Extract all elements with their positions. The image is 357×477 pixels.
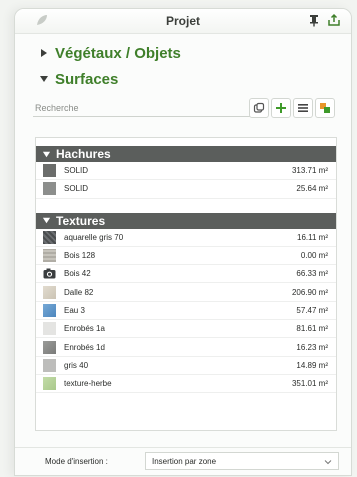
row-area: 16.11 m² — [297, 232, 328, 242]
search-input[interactable] — [33, 100, 251, 117]
chevron-right-icon — [41, 49, 47, 57]
insertion-bar: Mode d'insertion : Insertion par zone — [15, 447, 351, 475]
table-row[interactable]: Enrobés 1a 81.61 m² — [36, 320, 336, 339]
table-row[interactable]: SOLID 313.71 m² — [36, 162, 336, 181]
duplicate-button[interactable] — [249, 98, 269, 118]
swatch-icon — [43, 285, 56, 299]
row-area: 25.64 m² — [296, 184, 328, 194]
section-vegetaux[interactable]: Végétaux / Objets — [15, 40, 351, 66]
group-label: Textures — [56, 213, 106, 228]
swatch-icon — [43, 377, 56, 391]
swatch-icon — [43, 340, 56, 354]
row-area: 66.33 m² — [296, 269, 328, 279]
chevron-down-icon — [42, 217, 51, 224]
duplicate-icon — [253, 102, 265, 113]
list-button[interactable] — [293, 98, 313, 118]
row-area: 351.01 m² — [291, 379, 328, 389]
row-area: 16.23 m² — [296, 342, 328, 352]
swatch-icon — [43, 303, 56, 317]
swatch-icon — [43, 230, 56, 244]
table-row[interactable]: Eau 3 57.47 m² — [36, 302, 336, 321]
table-row[interactable]: Dalle 82 206.90 m² — [36, 283, 336, 302]
swatch-icon — [43, 322, 56, 336]
row-name: texture-herbe — [64, 379, 112, 389]
project-panel: Projet Végétaux / Objets Surfaces Recher… — [14, 8, 352, 476]
panel-title: Projet — [165, 14, 200, 28]
table-row[interactable]: texture-herbe 351.01 m² — [36, 375, 336, 394]
row-name: Bois 42 — [64, 269, 91, 279]
color-icon — [320, 103, 330, 113]
chevron-down-icon — [40, 76, 48, 82]
row-name: Enrobés 1d — [64, 342, 105, 352]
row-name: Dalle 82 — [64, 287, 94, 297]
add-icon — [276, 103, 286, 113]
table-row[interactable]: SOLID 25.64 m² — [36, 180, 336, 199]
swatch-icon — [43, 358, 56, 372]
row-name: Enrobés 1a — [64, 324, 105, 334]
insertion-mode-value: Insertion par zone — [152, 457, 217, 466]
color-button[interactable] — [315, 98, 335, 118]
search-toolbar — [15, 98, 351, 122]
row-area: 0.00 m² — [300, 251, 328, 261]
swatch-icon — [43, 182, 56, 196]
table-row[interactable]: gris 40 14.89 m² — [36, 357, 336, 375]
row-name: Eau 3 — [64, 305, 85, 315]
surfaces-list: Hachures SOLID 313.71 m² SOLID 25.64 m² … — [35, 137, 337, 431]
row-name: SOLID — [64, 166, 89, 176]
row-name: Bois 128 — [64, 251, 96, 261]
swatch-icon — [43, 164, 56, 178]
pin-icon[interactable] — [307, 13, 321, 27]
section-vegetaux-label: Végétaux / Objets — [55, 44, 181, 62]
group-header-textures[interactable]: Textures — [36, 212, 336, 229]
panel-titlebar: Projet — [15, 9, 351, 34]
chevron-down-icon — [42, 151, 51, 157]
row-area: 313.71 m² — [291, 166, 328, 176]
group-label: Hachures — [56, 147, 111, 161]
dock-icon[interactable] — [327, 13, 341, 27]
row-area: 81.61 m² — [296, 324, 328, 334]
row-area: 14.89 m² — [296, 360, 328, 370]
table-row[interactable]: Bois 42 66.33 m² — [36, 265, 336, 284]
photo-icon — [43, 268, 56, 279]
row-name: aquarelle gris 70 — [64, 232, 124, 242]
row-name: gris 40 — [64, 360, 89, 370]
insertion-mode-select[interactable]: Insertion par zone — [145, 452, 339, 470]
row-area: 206.90 m² — [291, 287, 328, 297]
chevron-down-icon — [324, 460, 332, 465]
insertion-mode-label: Mode d'insertion : — [45, 457, 108, 466]
list-icon — [298, 104, 308, 112]
section-surfaces-label: Surfaces — [55, 70, 119, 88]
table-row[interactable]: aquarelle gris 70 16.11 m² — [36, 229, 336, 247]
group-header-hachures[interactable]: Hachures — [36, 146, 336, 162]
table-row[interactable]: Enrobés 1d 16.23 m² — [36, 338, 336, 357]
row-name: SOLID — [64, 184, 89, 194]
swatch-icon — [43, 249, 56, 263]
row-area: 57.47 m² — [296, 305, 328, 315]
section-surfaces[interactable]: Surfaces — [15, 66, 351, 92]
table-row[interactable]: Bois 128 0.00 m² — [36, 247, 336, 266]
add-button[interactable] — [271, 98, 291, 118]
